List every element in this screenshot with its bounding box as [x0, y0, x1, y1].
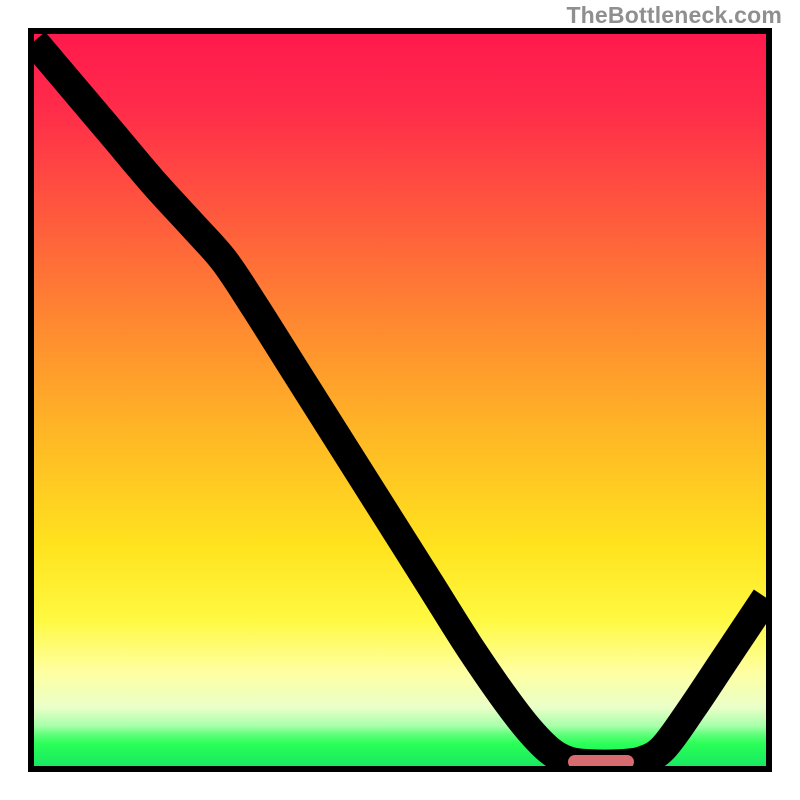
optimal-range-marker	[568, 755, 634, 769]
background-gradient	[34, 34, 766, 766]
attribution-label: TheBottleneck.com	[566, 2, 782, 29]
plot-area	[34, 34, 766, 766]
gradient-rect	[34, 34, 766, 766]
chart-frame	[28, 28, 772, 772]
